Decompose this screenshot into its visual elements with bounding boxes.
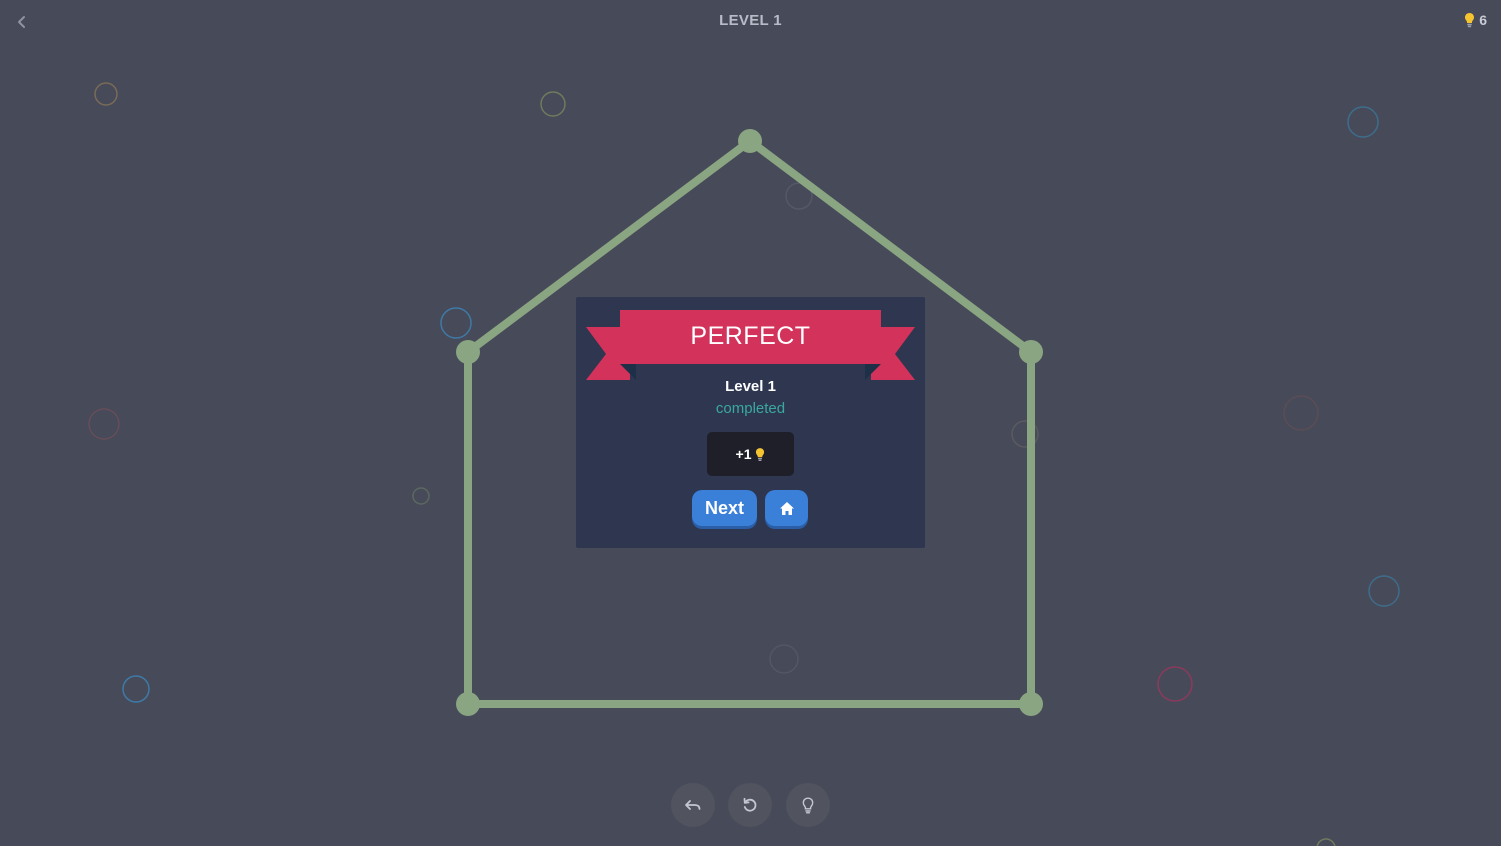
hint-counter: 6 [1464, 12, 1487, 28]
reward-text: +1 [735, 446, 752, 462]
undo-button[interactable] [671, 783, 715, 827]
banner-text: PERFECT [690, 321, 811, 350]
bubble [1368, 575, 1400, 607]
bubble [1347, 106, 1379, 138]
puzzle-node[interactable] [456, 340, 480, 364]
puzzle-node[interactable] [738, 129, 762, 153]
lightbulb-icon [1465, 13, 1475, 28]
home-icon [779, 501, 794, 515]
level-title: LEVEL 1 [719, 12, 782, 29]
next-button[interactable]: Next [692, 490, 757, 526]
bubble [94, 82, 118, 106]
bubble [1316, 838, 1336, 846]
bubble [1283, 395, 1319, 431]
bubble [1157, 666, 1193, 702]
bubble [540, 91, 566, 117]
lightbulb-icon [756, 447, 765, 461]
level-complete-dialog: PERFECT Level 1 completed +1 Next [576, 297, 925, 548]
hint-button[interactable] [786, 783, 830, 827]
hint-count: 6 [1479, 12, 1487, 28]
bubble [440, 307, 472, 339]
completion-status: completed [715, 400, 786, 417]
bubble [88, 408, 120, 440]
undo-icon [685, 800, 701, 810]
bubble [769, 644, 799, 674]
bubble [412, 487, 430, 505]
restart-icon [743, 797, 757, 812]
lightbulb-icon [802, 796, 814, 814]
puzzle-node[interactable] [1019, 340, 1043, 364]
puzzle-node[interactable] [1019, 692, 1043, 716]
bubble [122, 675, 150, 703]
restart-button[interactable] [728, 783, 772, 827]
game-screen: LEVEL 1 6 PERFECT Level 1 completed +1 N… [0, 0, 1501, 846]
home-button[interactable] [765, 490, 808, 526]
reward-badge: +1 [707, 432, 794, 476]
puzzle-node[interactable] [456, 692, 480, 716]
completed-level-name: Level 1 [725, 378, 776, 395]
